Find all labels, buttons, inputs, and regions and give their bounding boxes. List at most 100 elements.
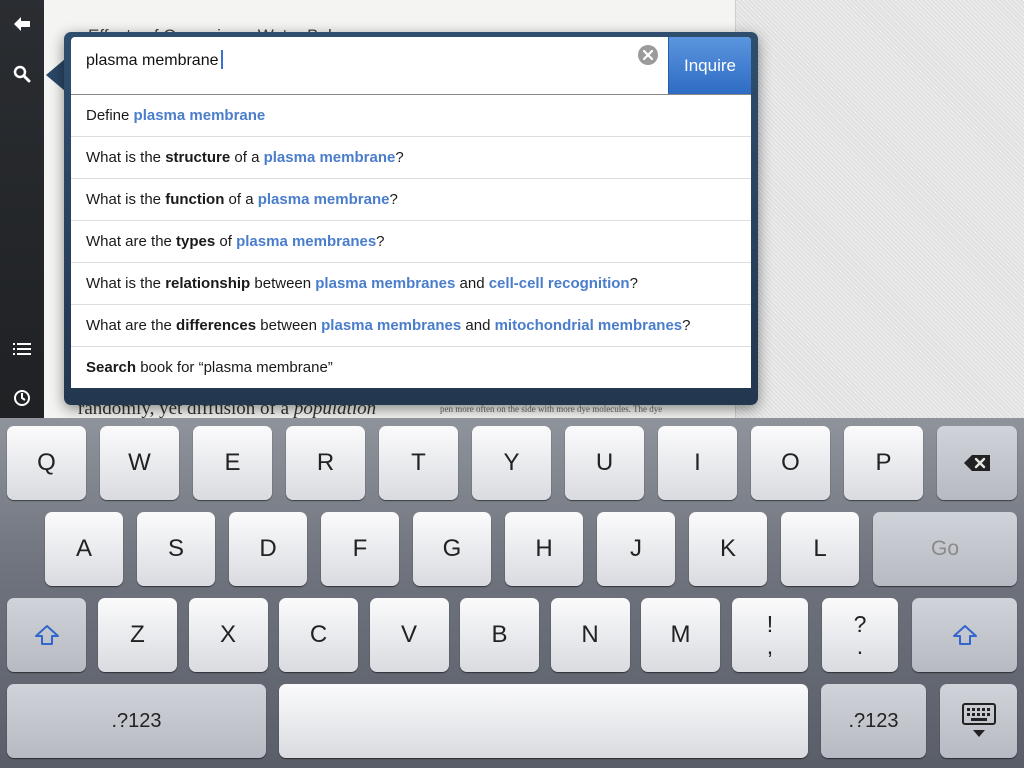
shift-key-right[interactable] [912,598,1017,672]
key-j[interactable]: J [597,512,675,586]
suggestion-text: of a [224,191,258,208]
suggestion-keyword: types [176,233,216,250]
shift-key-left[interactable] [7,598,86,672]
key-o[interactable]: O [751,426,830,500]
suggestion-text: What is the [86,275,166,292]
text-caret [220,50,223,69]
shift-icon [34,625,59,645]
keyboard-dismiss-icon [961,703,996,737]
back-button[interactable] [0,4,44,44]
suggestion-text: of a [230,149,264,166]
key-s[interactable]: S [137,512,215,586]
suggestion-text: What is the [86,149,166,166]
key-h[interactable]: H [505,512,583,586]
key-y[interactable]: Y [472,426,551,500]
key-e[interactable]: E [193,426,272,500]
key-upper-char: ? [853,611,867,637]
key-f[interactable]: F [321,512,399,586]
suggestion-item[interactable]: What is the function of a plasma membran… [71,179,751,221]
suggestion-list: Define plasma membrane What is the struct… [71,94,751,388]
key-t[interactable]: T [379,426,458,500]
suggestion-item[interactable]: Search book for “plasma membrane” [71,347,751,388]
key-p[interactable]: P [844,426,923,500]
key-question-period[interactable]: ?. [822,598,898,672]
go-key[interactable]: Go [873,512,1017,586]
suggestion-item[interactable]: What are the types of plasma membranes? [71,221,751,263]
search-query-text: plasma membrane [86,52,219,69]
key-m[interactable]: M [641,598,720,672]
popover-arrow [46,59,65,91]
suggestion-text: ? [376,233,385,250]
search-input[interactable]: plasma membrane [86,50,223,70]
clear-button[interactable] [638,45,658,65]
suggestion-text: of [215,233,237,250]
key-q[interactable]: Q [7,426,86,500]
sidebar [0,0,44,418]
history-button[interactable] [0,378,44,418]
suggestion-keyword: differences [176,317,257,334]
suggestion-text: What are the [86,317,177,334]
list-icon [13,343,31,355]
suggestion-item[interactable]: What is the structure of a plasma membra… [71,137,751,179]
suggestion-keyword: structure [165,149,231,166]
key-b[interactable]: B [460,598,539,672]
backspace-key[interactable] [937,426,1017,500]
key-upper-char: ! [766,611,774,637]
suggestion-term: mitochondrial membranes [494,317,683,334]
numbers-key-left[interactable]: .?123 [7,684,266,758]
suggestion-item[interactable]: What are the differences between plasma … [71,305,751,347]
key-n[interactable]: N [550,598,630,672]
key-a[interactable]: A [45,512,123,586]
suggestion-text: ? [395,149,404,166]
key-r[interactable]: R [286,426,365,500]
key-x[interactable]: X [188,598,268,672]
key-i[interactable]: I [658,426,737,500]
shift-icon [952,625,977,645]
book-body-text-right: pen more often on the side with more dye… [440,404,663,414]
suggestion-item[interactable]: What is the relationship between plasma … [71,263,751,305]
suggestion-term: plasma membranes [321,317,462,334]
key-d[interactable]: D [229,512,307,586]
space-bar[interactable] [279,684,808,758]
suggestion-text: What are the [86,233,177,250]
key-z[interactable]: Z [98,598,177,672]
suggestion-text: and [461,317,495,334]
key-lower-char: , [766,633,774,659]
key-lower-char: . [856,633,864,659]
suggestion-text: and [455,275,489,292]
clock-icon [14,390,30,406]
suggestion-text: What is the [86,191,166,208]
inquire-button[interactable]: Inquire [668,37,751,94]
dismiss-keyboard-key[interactable] [940,684,1017,758]
search-icon [13,65,31,83]
suggestion-term: plasma membranes [236,233,377,250]
key-u[interactable]: U [565,426,644,500]
suggestion-term: plasma membrane [263,149,396,166]
backspace-icon [964,455,990,471]
search-button[interactable] [0,54,44,94]
search-popover: plasma membrane Inquire Define plasma me… [64,32,758,405]
suggestion-item[interactable]: Define plasma membrane [71,95,751,137]
key-g[interactable]: G [413,512,491,586]
suggestion-text: book for “plasma membrane” [136,359,333,376]
suggestion-keyword: Search [86,359,137,376]
key-exclamation-comma[interactable]: !, [732,598,808,672]
suggestion-term: plasma membrane [257,191,390,208]
page-margin [735,0,1024,418]
back-arrow-icon [14,17,30,31]
key-w[interactable]: W [100,426,179,500]
suggestion-text: ? [389,191,398,208]
suggestion-keyword: function [165,191,225,208]
key-v[interactable]: V [369,598,449,672]
key-c[interactable]: C [279,598,358,672]
table-of-contents-button[interactable] [0,329,44,369]
suggestion-keyword: relationship [165,275,251,292]
suggestion-text: between [256,317,322,334]
key-k[interactable]: K [689,512,767,586]
suggestion-term: cell-cell recognition [488,275,630,292]
numbers-key-right[interactable]: .?123 [821,684,926,758]
key-l[interactable]: L [781,512,859,586]
on-screen-keyboard: Q W E R T Y U I O P A S D F G H J K L Go Z X C V B N M!,?. .?123 .?1… [0,418,1024,768]
suggestion-text: between [250,275,316,292]
suggestion-text: ? [629,275,638,292]
